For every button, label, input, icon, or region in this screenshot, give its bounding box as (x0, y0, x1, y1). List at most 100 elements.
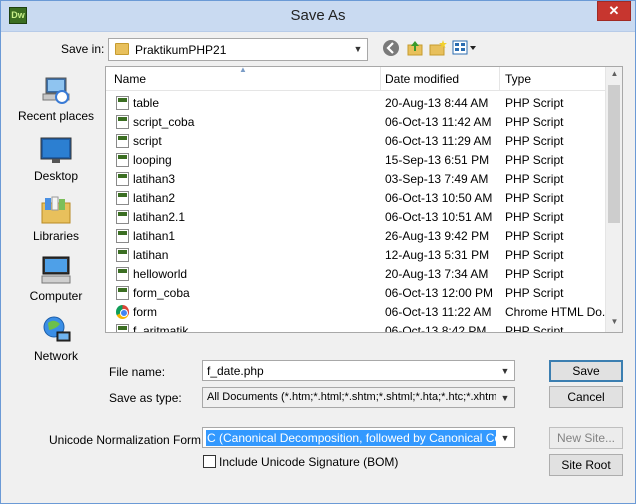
folder-icon (115, 43, 129, 55)
place-label: Libraries (32, 229, 80, 243)
file-row[interactable]: latihan1 26-Aug-13 9:42 PM PHP Script (106, 226, 606, 245)
file-row[interactable]: looping 15-Sep-13 6:51 PM PHP Script (106, 150, 606, 169)
php-file-icon (116, 172, 129, 186)
file-list[interactable]: ▲ Name Date modified Type table 20-Aug-13… (105, 66, 623, 333)
file-date: 15-Sep-13 6:51 PM (385, 153, 490, 167)
computer-icon (40, 255, 72, 285)
php-file-icon (116, 229, 129, 243)
vertical-scrollbar[interactable]: ▲ ▼ (605, 67, 622, 332)
file-type: PHP Script (505, 324, 564, 333)
recent-places-icon (40, 75, 72, 105)
file-type: PHP Script (505, 115, 564, 129)
chevron-down-icon[interactable]: ▼ (496, 361, 514, 380)
file-name: helloworld (133, 267, 188, 281)
file-date: 06-Oct-13 11:22 AM (385, 305, 492, 319)
file-type: PHP Script (505, 248, 564, 262)
file-name: latihan (133, 248, 169, 262)
up-folder-icon[interactable] (405, 39, 425, 59)
file-name: form (133, 305, 157, 319)
place-recent-places[interactable]: Recent places (9, 73, 103, 131)
file-name: f_aritmatik (133, 324, 189, 333)
column-header-date-modified[interactable]: Date modified (385, 72, 459, 86)
file-type: PHP Script (505, 172, 564, 186)
chevron-down-icon[interactable]: ▼ (349, 39, 367, 60)
cancel-button[interactable]: Cancel (549, 386, 623, 408)
new-folder-icon[interactable] (428, 39, 448, 59)
save-as-type-dropdown[interactable]: All Documents (*.htm;*.html;*.shtm;*.sht… (202, 387, 515, 408)
scroll-down-icon[interactable]: ▼ (606, 317, 622, 326)
title-bar: Dw Save As ✕ (1, 1, 635, 32)
file-type: PHP Script (505, 229, 564, 243)
file-type: Chrome HTML Do... (505, 305, 612, 319)
place-desktop[interactable]: Desktop (9, 133, 103, 191)
php-file-icon (116, 286, 129, 300)
file-row[interactable]: latihan2 06-Oct-13 10:50 AM PHP Script (106, 188, 606, 207)
unicode-normalization-value: C (Canonical Decomposition, followed by … (206, 430, 514, 446)
save-button[interactable]: Save (549, 360, 623, 382)
file-name: table (133, 96, 160, 110)
site-root-button[interactable]: Site Root (549, 454, 623, 476)
include-bom-label[interactable]: Include Unicode Signature (BOM) (219, 455, 398, 469)
unicode-normalization-dropdown[interactable]: C (Canonical Decomposition, followed by … (202, 427, 515, 448)
file-name-label: File name: (109, 365, 166, 379)
include-bom-checkbox[interactable] (203, 455, 216, 468)
file-name: script (133, 134, 162, 148)
file-row[interactable]: table 20-Aug-13 8:44 AM PHP Script (106, 93, 606, 112)
save-in-value: PraktikumPHP21 (135, 43, 227, 57)
save-as-dialog: Dw Save As ✕ Save in: PraktikumPHP21 ▼ R… (0, 0, 636, 504)
file-date: 06-Oct-13 8:42 PM (385, 324, 487, 333)
file-name: latihan2 (133, 191, 176, 205)
save-in-dropdown[interactable]: PraktikumPHP21 ▼ (108, 38, 368, 61)
file-name: latihan1 (133, 229, 176, 243)
place-label: Network (33, 349, 78, 363)
file-type: PHP Script (505, 286, 564, 300)
scrollbar-thumb[interactable] (608, 85, 620, 223)
php-file-icon (116, 153, 129, 167)
chevron-down-icon[interactable]: ▼ (496, 428, 514, 447)
file-name-input[interactable]: f_date.php ▼ (202, 360, 515, 381)
php-file-icon (116, 191, 129, 205)
php-file-icon (116, 210, 129, 224)
file-row[interactable]: latihan 12-Aug-13 5:31 PM PHP Script (106, 245, 606, 264)
column-divider[interactable] (380, 67, 381, 91)
file-date: 06-Oct-13 11:42 AM (385, 115, 492, 129)
file-row[interactable]: form 06-Oct-13 11:22 AM Chrome HTML Do... (106, 302, 612, 321)
place-network[interactable]: Network (9, 313, 103, 371)
file-row[interactable]: form_coba 06-Oct-13 12:00 PM PHP Script (106, 283, 606, 302)
php-file-icon (116, 248, 129, 262)
chrome-html-icon (116, 305, 129, 319)
file-type: PHP Script (505, 210, 564, 224)
file-row[interactable]: script_coba 06-Oct-13 11:42 AM PHP Script (106, 112, 606, 131)
place-computer[interactable]: Computer (9, 253, 103, 311)
column-divider[interactable] (499, 67, 500, 91)
file-name: form_coba (133, 286, 190, 300)
back-icon[interactable] (381, 39, 401, 59)
file-date: 26-Aug-13 9:42 PM (385, 229, 490, 243)
file-type: PHP Script (505, 191, 564, 205)
place-label: Computer (29, 289, 83, 303)
file-date: 20-Aug-13 8:44 AM (385, 96, 489, 110)
php-file-icon (116, 324, 129, 332)
column-header-name[interactable]: Name (114, 72, 146, 86)
close-button[interactable]: ✕ (597, 1, 631, 21)
file-type: PHP Script (505, 153, 564, 167)
file-date: 06-Oct-13 12:00 PM (385, 286, 494, 300)
column-header-type[interactable]: Type (505, 72, 531, 86)
file-name: script_coba (133, 115, 195, 129)
php-file-icon (116, 115, 129, 129)
place-libraries[interactable]: Libraries (9, 193, 103, 251)
file-row[interactable]: f_aritmatik 06-Oct-13 8:42 PM PHP Script (106, 321, 606, 333)
view-menu-icon[interactable] (452, 39, 478, 59)
file-row[interactable]: helloworld 20-Aug-13 7:34 AM PHP Script (106, 264, 606, 283)
new-site-button[interactable]: New Site... (549, 427, 623, 449)
file-row[interactable]: script 06-Oct-13 11:29 AM PHP Script (106, 131, 606, 150)
file-row[interactable]: latihan2.1 06-Oct-13 10:51 AM PHP Script (106, 207, 606, 226)
scroll-up-icon[interactable]: ▲ (606, 69, 622, 78)
file-type: PHP Script (505, 134, 564, 148)
place-label: Desktop (33, 169, 79, 183)
file-type: PHP Script (505, 96, 564, 110)
chevron-down-icon[interactable]: ▼ (496, 388, 514, 407)
file-row[interactable]: latihan3 03-Sep-13 7:49 AM PHP Script (106, 169, 606, 188)
file-date: 20-Aug-13 7:34 AM (385, 267, 489, 281)
desktop-icon (40, 135, 72, 165)
